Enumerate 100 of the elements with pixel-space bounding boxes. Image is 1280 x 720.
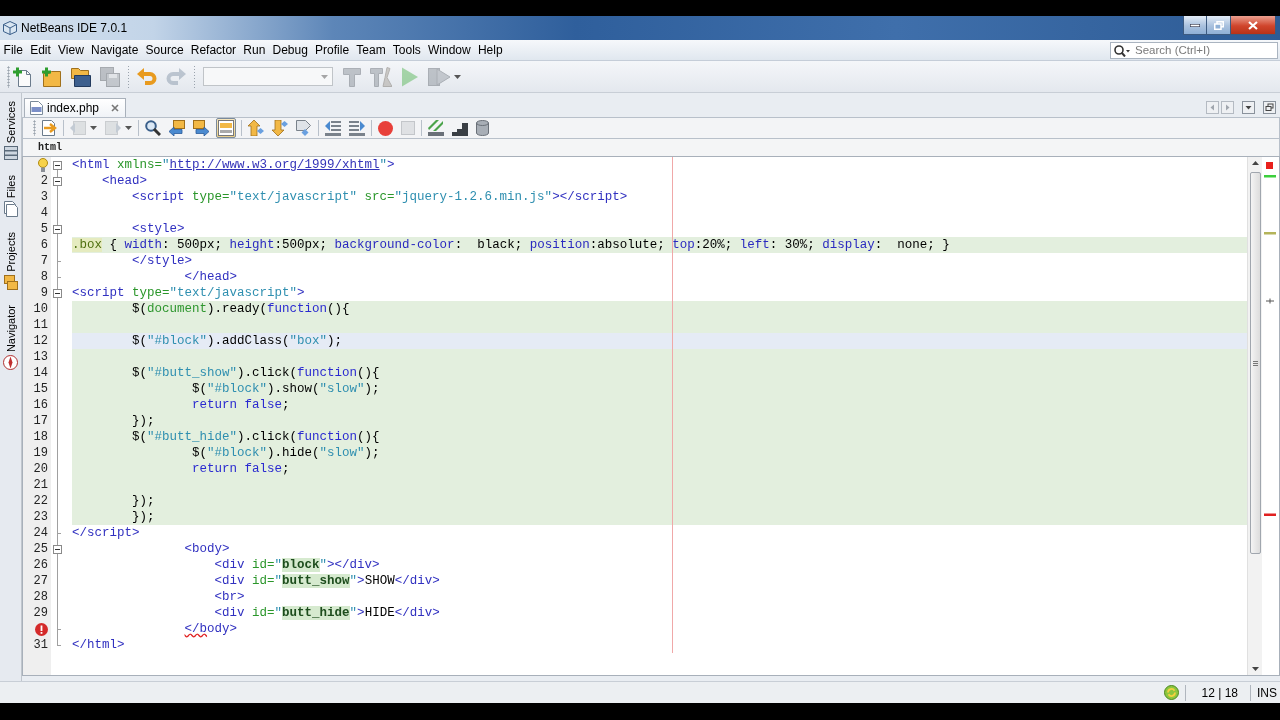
minimize-icon[interactable] [1190,23,1200,27]
menu-item[interactable]: Team [352,41,390,59]
line-number: 12 [33,334,48,348]
code-line: <script type="text/javascript" src="jquery-1.2.6.min.js"></script> [132,190,628,204]
page-arrow-icon[interactable] [41,120,57,136]
line-number: 18 [33,430,48,444]
stripes-icon[interactable] [428,120,444,136]
window-title: NetBeans IDE 7.0.1 [21,21,128,35]
menu-item[interactable]: Refactor [187,41,240,59]
menu-item[interactable]: Window [424,41,475,59]
collapse-icon[interactable] [52,288,62,298]
line-number: 5 [40,222,48,236]
boxes-icon [3,275,18,291]
shift-left-icon[interactable] [325,120,341,136]
folders-icon[interactable] [71,66,91,87]
menu-item[interactable]: View [54,41,88,59]
record-icon[interactable] [378,120,393,136]
line-number: 7 [40,254,48,268]
find-next-icon[interactable] [193,120,209,136]
code-line: }); [132,414,155,428]
code-line: .box { width: 500px; height:500px; background-color: black; position:absolute; top:20%; left: 30%; display: none; } [72,238,950,252]
new-folder-icon[interactable] [42,66,62,87]
code-line: <script type="text/javascript"> [72,286,305,300]
line-number: 29 [33,606,48,620]
line-number: 8 [40,270,48,284]
arrow-down-icon[interactable] [272,120,288,136]
code-line: return false; [192,462,290,476]
compass-icon [3,355,18,371]
line-number: 27 [33,574,48,588]
menu-item[interactable]: File [0,41,27,59]
shift-right-icon[interactable] [349,120,365,136]
cursor-position: 12 | 18 [1201,685,1238,700]
sidebar-tab[interactable]: Navigator [3,302,18,374]
line-number: 24 [33,526,48,540]
search-field[interactable]: Search (Ctrl+I) [1110,41,1278,59]
collapse-icon[interactable] [52,160,62,170]
menu-item[interactable]: Tools [389,41,425,59]
close-button[interactable] [1231,16,1276,35]
bookmark-icon[interactable] [296,120,312,136]
code-line: }); [132,494,155,508]
restore-button[interactable] [1207,16,1231,35]
code-line: </script> [72,526,140,540]
error-icon [35,622,48,636]
file-icon [30,101,43,115]
menu-item[interactable]: Debug [268,41,312,59]
code-line: <div id="block"></div> [214,558,380,572]
line-number: 23 [33,510,48,524]
code-line: </head> [184,270,238,284]
code-line: }); [132,510,155,524]
search-icon[interactable] [1114,44,1130,57]
line-number: 6 [40,238,48,252]
triangle-up-icon[interactable] [1251,161,1259,165]
search-icon[interactable] [145,120,161,136]
code-line: $(document).ready(function(){ [132,302,350,316]
line-number: 3 [40,190,48,204]
code-line: <style> [132,222,185,236]
new-file-icon[interactable] [13,66,33,87]
vertical-scrollbar[interactable] [1247,157,1262,675]
sidebar-tab[interactable]: Projects [3,229,18,294]
menu-item[interactable]: Profile [311,41,353,59]
error-status-icon [1266,162,1273,169]
line-number: 2 [40,174,48,188]
code-line: </style> [132,254,193,268]
menu-item[interactable]: Source [141,41,188,59]
code-line: </body> [184,622,238,636]
triangle-down-icon[interactable] [1251,667,1259,671]
collapse-icon[interactable] [52,544,62,554]
minimize-button[interactable] [1183,16,1207,35]
menu-item[interactable]: Edit [26,41,55,59]
line-number: 13 [33,350,48,364]
sidebar-tab[interactable]: Files [3,172,18,221]
collapse-icon[interactable] [52,224,62,234]
restore-icon[interactable] [1263,100,1276,114]
code-line: $("#butt_hide").click(function(){ [132,430,380,444]
find-previous-icon[interactable] [169,120,185,136]
menu-item[interactable]: Help [474,41,507,59]
editor-tab[interactable]: index.php [24,98,127,117]
code-line: $("#block").addClass("box"); [132,334,343,348]
sync-icon[interactable] [1163,685,1179,700]
url-link[interactable]: http://www.w3.org/1999/xhtml [169,158,380,172]
code-line: </html> [72,638,125,652]
cube-icon [3,21,17,35]
menu-item[interactable]: Run [239,41,269,59]
caret-icon[interactable] [1242,100,1255,114]
arrow-up-icon[interactable] [248,120,264,136]
menu-item[interactable]: Navigate [87,41,142,59]
breadcrumb-item[interactable]: html [38,142,62,153]
cylinder-icon[interactable] [476,120,489,136]
code-line: $("#butt_show").click(function(){ [132,366,380,380]
line-number: 26 [33,558,48,572]
lightbulb-icon [38,158,48,172]
line-number: 22 [33,494,48,508]
steps-icon[interactable] [452,120,468,136]
line-number: 19 [33,446,48,460]
insert-mode[interactable]: INS [1257,685,1277,700]
sidebar-tab[interactable]: Services [3,98,18,164]
close-icon[interactable] [111,104,120,112]
collapse-icon[interactable] [52,176,62,186]
scroll-thumb[interactable] [1249,172,1261,554]
line-number: 25 [33,542,48,556]
